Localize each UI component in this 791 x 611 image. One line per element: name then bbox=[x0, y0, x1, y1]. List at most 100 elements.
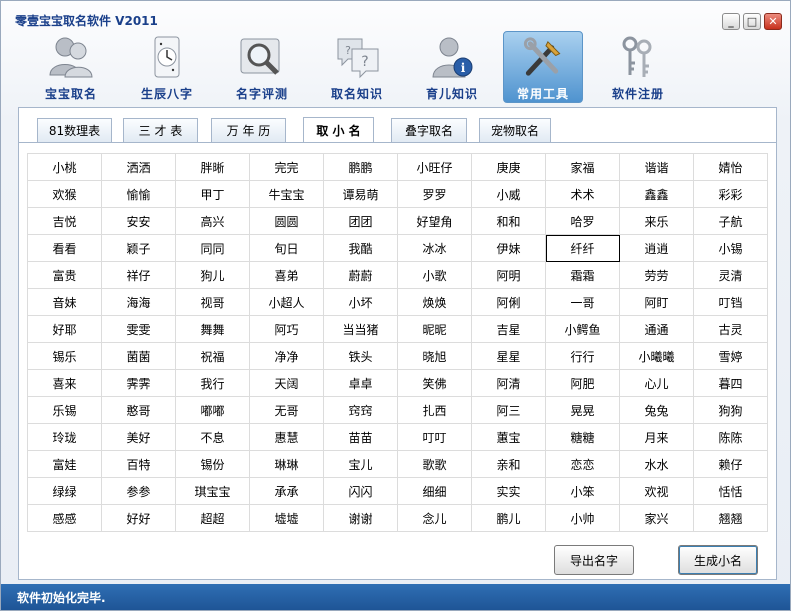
name-cell[interactable]: 吉星 bbox=[472, 316, 546, 343]
name-cell[interactable]: 舞舞 bbox=[176, 316, 250, 343]
toolbar-item-baby-naming[interactable]: 宝宝取名 bbox=[31, 31, 111, 103]
name-cell[interactable]: 阿俐 bbox=[472, 289, 546, 316]
name-cell[interactable]: 兔兔 bbox=[620, 397, 694, 424]
name-cell[interactable]: 阿巧 bbox=[250, 316, 324, 343]
close-button[interactable]: ✕ bbox=[764, 13, 782, 30]
name-cell[interactable]: 好望角 bbox=[398, 208, 472, 235]
name-cell[interactable]: 阿清 bbox=[472, 370, 546, 397]
name-cell[interactable]: 通通 bbox=[620, 316, 694, 343]
name-cell[interactable]: 同同 bbox=[176, 235, 250, 262]
name-cell[interactable]: 小坏 bbox=[324, 289, 398, 316]
name-cell[interactable]: 晓旭 bbox=[398, 343, 472, 370]
name-cell[interactable]: 海海 bbox=[102, 289, 176, 316]
name-cell[interactable]: 小超人 bbox=[250, 289, 324, 316]
name-cell[interactable]: 逍逍 bbox=[620, 235, 694, 262]
name-cell[interactable]: 乐锡 bbox=[28, 397, 102, 424]
name-cell[interactable]: 小曦曦 bbox=[620, 343, 694, 370]
name-cell[interactable]: 赖仔 bbox=[694, 451, 768, 478]
name-cell[interactable]: 喜来 bbox=[28, 370, 102, 397]
name-cell[interactable]: 霁霁 bbox=[102, 370, 176, 397]
name-cell[interactable]: 闪闪 bbox=[324, 478, 398, 505]
name-cell[interactable]: 我行 bbox=[176, 370, 250, 397]
name-cell[interactable]: 水水 bbox=[620, 451, 694, 478]
name-cell[interactable]: 无哥 bbox=[250, 397, 324, 424]
name-cell[interactable]: 好好 bbox=[102, 505, 176, 532]
name-cell[interactable]: 古灵 bbox=[694, 316, 768, 343]
name-cell[interactable]: 参参 bbox=[102, 478, 176, 505]
name-cell[interactable]: 笑佛 bbox=[398, 370, 472, 397]
name-cell[interactable]: 吉悦 bbox=[28, 208, 102, 235]
name-cell[interactable]: 琪宝宝 bbox=[176, 478, 250, 505]
toolbar-item-birth-chart[interactable]: 生辰八字 bbox=[127, 31, 207, 103]
name-cell[interactable]: 小笨 bbox=[546, 478, 620, 505]
name-cell[interactable]: 行行 bbox=[546, 343, 620, 370]
name-cell[interactable]: 灵清 bbox=[694, 262, 768, 289]
name-cell[interactable]: 鑫鑫 bbox=[620, 181, 694, 208]
toolbar-item-common-tools[interactable]: 常用工具 bbox=[503, 31, 583, 103]
name-cell[interactable]: 谐谐 bbox=[620, 154, 694, 181]
tab-perpetual-calendar[interactable]: 万 年 历 bbox=[211, 118, 286, 142]
name-cell[interactable]: 扎西 bbox=[398, 397, 472, 424]
name-cell[interactable]: 团团 bbox=[324, 208, 398, 235]
name-cell[interactable]: 罗罗 bbox=[398, 181, 472, 208]
name-cell[interactable]: 祥仔 bbox=[102, 262, 176, 289]
name-cell[interactable]: 苗苗 bbox=[324, 424, 398, 451]
tab-81-numerology[interactable]: 81数理表 bbox=[37, 118, 112, 142]
name-cell[interactable]: 好耶 bbox=[28, 316, 102, 343]
name-cell[interactable]: 心儿 bbox=[620, 370, 694, 397]
name-cell[interactable]: 我酷 bbox=[324, 235, 398, 262]
name-cell[interactable]: 婧怡 bbox=[694, 154, 768, 181]
name-cell[interactable]: 狗儿 bbox=[176, 262, 250, 289]
name-cell[interactable]: 冰冰 bbox=[398, 235, 472, 262]
name-cell[interactable]: 音妹 bbox=[28, 289, 102, 316]
name-cell[interactable]: 看看 bbox=[28, 235, 102, 262]
name-cell[interactable]: 小鳄鱼 bbox=[546, 316, 620, 343]
name-cell[interactable]: 锡乐 bbox=[28, 343, 102, 370]
name-cell[interactable]: 甲丁 bbox=[176, 181, 250, 208]
name-cell[interactable]: 歌歌 bbox=[398, 451, 472, 478]
name-cell[interactable]: 愉愉 bbox=[102, 181, 176, 208]
name-cell[interactable]: 琳琳 bbox=[250, 451, 324, 478]
name-cell[interactable]: 雪婷 bbox=[694, 343, 768, 370]
name-cell[interactable]: 完完 bbox=[250, 154, 324, 181]
name-cell[interactable]: 天阔 bbox=[250, 370, 324, 397]
name-cell[interactable]: 宝儿 bbox=[324, 451, 398, 478]
name-cell[interactable]: 小锡 bbox=[694, 235, 768, 262]
export-names-button[interactable]: 导出名字 bbox=[554, 545, 634, 575]
name-cell[interactable]: 窍窍 bbox=[324, 397, 398, 424]
name-cell[interactable]: 当当猪 bbox=[324, 316, 398, 343]
name-cell[interactable]: 祝福 bbox=[176, 343, 250, 370]
name-cell[interactable]: 铁头 bbox=[324, 343, 398, 370]
name-cell[interactable]: 子航 bbox=[694, 208, 768, 235]
name-cell[interactable]: 叮叮 bbox=[398, 424, 472, 451]
name-cell[interactable]: 小帅 bbox=[546, 505, 620, 532]
minimize-button[interactable]: _ bbox=[722, 13, 740, 30]
name-cell[interactable]: 牛宝宝 bbox=[250, 181, 324, 208]
toolbar-item-parenting-knowledge[interactable]: i 育儿知识 bbox=[412, 31, 492, 103]
name-cell[interactable]: 洒洒 bbox=[102, 154, 176, 181]
name-cell[interactable]: 旬日 bbox=[250, 235, 324, 262]
tab-three-talents[interactable]: 三 才 表 bbox=[123, 118, 198, 142]
name-cell[interactable]: 一哥 bbox=[546, 289, 620, 316]
name-cell[interactable]: 惠慧 bbox=[250, 424, 324, 451]
name-cell[interactable]: 恬恬 bbox=[694, 478, 768, 505]
name-cell[interactable]: 劳劳 bbox=[620, 262, 694, 289]
name-cell[interactable]: 纤纤 bbox=[546, 235, 620, 262]
name-cell[interactable]: 阿盯 bbox=[620, 289, 694, 316]
title-bar[interactable]: 零壹宝宝取名软件 V2011 _ □ ✕ bbox=[1, 1, 790, 31]
name-cell[interactable]: 小歌 bbox=[398, 262, 472, 289]
name-cell[interactable]: 谢谢 bbox=[324, 505, 398, 532]
name-cell[interactable]: 蕙宝 bbox=[472, 424, 546, 451]
name-cell[interactable]: 昵昵 bbox=[398, 316, 472, 343]
name-cell[interactable]: 感感 bbox=[28, 505, 102, 532]
name-cell[interactable]: 超超 bbox=[176, 505, 250, 532]
name-cell[interactable]: 锡份 bbox=[176, 451, 250, 478]
name-cell[interactable]: 菌菌 bbox=[102, 343, 176, 370]
name-cell[interactable]: 小桃 bbox=[28, 154, 102, 181]
name-cell[interactable]: 哈罗 bbox=[546, 208, 620, 235]
name-cell[interactable]: 焕焕 bbox=[398, 289, 472, 316]
name-cell[interactable]: 恋恋 bbox=[546, 451, 620, 478]
name-cell[interactable]: 不息 bbox=[176, 424, 250, 451]
name-cell[interactable]: 谭易萌 bbox=[324, 181, 398, 208]
name-cell[interactable]: 小旺仔 bbox=[398, 154, 472, 181]
